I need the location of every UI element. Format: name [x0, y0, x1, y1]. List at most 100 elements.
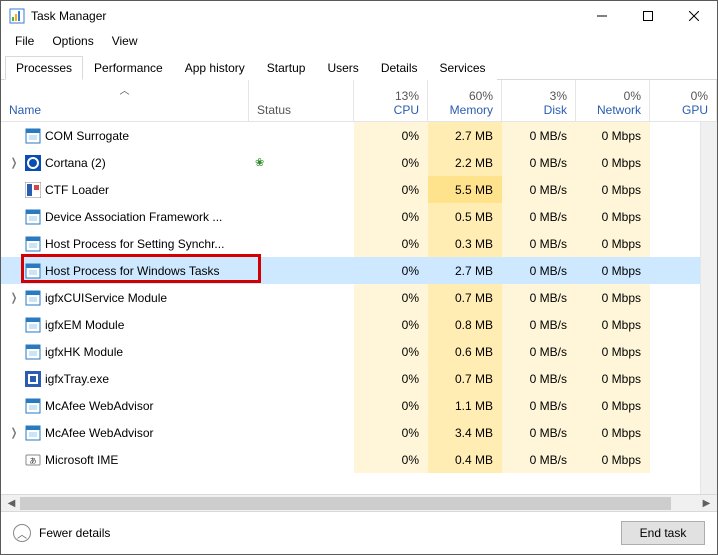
cell-gpu-spill — [650, 311, 700, 338]
cell-status — [249, 257, 354, 284]
table-row[interactable]: ❯McAfee WebAdvisor0%3.4 MB0 MB/s0 Mbps — [1, 419, 700, 446]
tab-processes[interactable]: Processes — [5, 56, 83, 80]
cell-disk: 0 MB/s — [502, 419, 576, 446]
cell-cpu: 0% — [354, 122, 428, 149]
table-row[interactable]: あMicrosoft IME0%0.4 MB0 MB/s0 Mbps — [1, 446, 700, 473]
tab-users[interactable]: Users — [316, 56, 369, 80]
table-row[interactable]: ❯igfxCUIService Module0%0.7 MB0 MB/s0 Mb… — [1, 284, 700, 311]
col-gpu[interactable]: 0% GPU — [650, 80, 717, 121]
task-manager-window: Task Manager File Options View Processes… — [0, 0, 718, 555]
cell-disk: 0 MB/s — [502, 176, 576, 203]
process-name: McAfee WebAdvisor — [45, 426, 154, 440]
table-row[interactable]: Host Process for Windows Tasks0%2.7 MB0 … — [1, 257, 700, 284]
col-memory[interactable]: 60% Memory — [428, 80, 502, 121]
cell-gpu-spill — [650, 419, 700, 446]
cell-name: Host Process for Windows Tasks — [1, 257, 249, 284]
tab-details[interactable]: Details — [370, 56, 429, 80]
process-icon: あ — [25, 452, 41, 468]
expand-icon[interactable]: ❯ — [9, 426, 19, 440]
cell-name: Host Process for Setting Synchr... — [1, 230, 249, 257]
cell-network: 0 Mbps — [576, 392, 650, 419]
col-status[interactable]: Status — [249, 80, 354, 121]
process-icon — [25, 398, 41, 414]
menu-options[interactable]: Options — [44, 32, 101, 50]
table-row[interactable]: Host Process for Setting Synchr...0%0.3 … — [1, 230, 700, 257]
table-row[interactable]: ❯Cortana (2)❀0%2.2 MB0 MB/s0 Mbps — [1, 149, 700, 176]
vertical-scrollbar[interactable] — [700, 122, 717, 494]
cell-network: 0 Mbps — [576, 338, 650, 365]
scroll-left-icon[interactable]: ◀ — [3, 496, 20, 511]
cell-disk: 0 MB/s — [502, 392, 576, 419]
process-icon — [25, 317, 41, 333]
window-controls — [579, 1, 717, 31]
cell-gpu-spill — [650, 446, 700, 473]
table-row[interactable]: COM Surrogate0%2.7 MB0 MB/s0 Mbps — [1, 122, 700, 149]
table-row[interactable]: igfxEM Module0%0.8 MB0 MB/s0 Mbps — [1, 311, 700, 338]
end-task-button[interactable]: End task — [621, 521, 705, 545]
col-cpu[interactable]: 13% CPU — [354, 80, 428, 121]
cell-network: 0 Mbps — [576, 230, 650, 257]
expand-icon[interactable]: ❯ — [9, 156, 19, 170]
cell-network: 0 Mbps — [576, 419, 650, 446]
tab-startup[interactable]: Startup — [256, 56, 317, 80]
cell-status — [249, 176, 354, 203]
scroll-thumb[interactable] — [20, 497, 671, 510]
process-icon — [25, 290, 41, 306]
cell-memory: 2.7 MB — [428, 122, 502, 149]
process-icon — [25, 425, 41, 441]
process-name: igfxHK Module — [45, 345, 123, 359]
col-name[interactable]: ︿ Name — [1, 80, 249, 121]
maximize-button[interactable] — [625, 1, 671, 31]
expand-icon — [9, 345, 19, 359]
cell-cpu: 0% — [354, 230, 428, 257]
cell-status — [249, 122, 354, 149]
cell-disk: 0 MB/s — [502, 311, 576, 338]
cell-network: 0 Mbps — [576, 365, 650, 392]
process-name: Host Process for Windows Tasks — [45, 264, 220, 278]
cell-name: CTF Loader — [1, 176, 249, 203]
cell-disk: 0 MB/s — [502, 284, 576, 311]
leaf-icon: ❀ — [255, 156, 264, 169]
menu-view[interactable]: View — [104, 32, 146, 50]
expand-icon[interactable]: ❯ — [9, 291, 19, 305]
scroll-track[interactable] — [20, 496, 698, 511]
tab-services[interactable]: Services — [429, 56, 497, 80]
table-row[interactable]: CTF Loader0%5.5 MB0 MB/s0 Mbps — [1, 176, 700, 203]
expand-icon — [9, 210, 19, 224]
tab-app-history[interactable]: App history — [174, 56, 256, 80]
cell-disk: 0 MB/s — [502, 149, 576, 176]
cell-memory: 0.6 MB — [428, 338, 502, 365]
cell-name: ❯ McAfee WebAdvisor — [1, 419, 249, 446]
col-disk[interactable]: 3% Disk — [502, 80, 576, 121]
cell-network: 0 Mbps — [576, 284, 650, 311]
expand-icon — [9, 318, 19, 332]
svg-text:あ: あ — [30, 457, 37, 465]
minimize-button[interactable] — [579, 1, 625, 31]
table-row[interactable]: igfxHK Module0%0.6 MB0 MB/s0 Mbps — [1, 338, 700, 365]
menu-file[interactable]: File — [7, 32, 42, 50]
cell-gpu-spill — [650, 176, 700, 203]
cell-memory: 0.8 MB — [428, 311, 502, 338]
chevron-up-icon: ︿ — [13, 524, 31, 542]
process-icon — [25, 209, 41, 225]
cell-status — [249, 230, 354, 257]
cell-disk: 0 MB/s — [502, 122, 576, 149]
close-button[interactable] — [671, 1, 717, 31]
tab-performance[interactable]: Performance — [83, 56, 174, 80]
cell-name: あMicrosoft IME — [1, 446, 249, 473]
fewer-details-button[interactable]: ︿ Fewer details — [13, 524, 110, 542]
expand-icon — [9, 264, 19, 278]
cell-network: 0 Mbps — [576, 176, 650, 203]
table-row[interactable]: Device Association Framework ...0%0.5 MB… — [1, 203, 700, 230]
col-network[interactable]: 0% Network — [576, 80, 650, 121]
scroll-right-icon[interactable]: ▶ — [698, 496, 715, 511]
process-icon — [25, 371, 41, 387]
cell-gpu-spill — [650, 257, 700, 284]
cell-disk: 0 MB/s — [502, 338, 576, 365]
cell-cpu: 0% — [354, 419, 428, 446]
table-row[interactable]: McAfee WebAdvisor0%1.1 MB0 MB/s0 Mbps — [1, 392, 700, 419]
cell-cpu: 0% — [354, 176, 428, 203]
horizontal-scrollbar[interactable]: ◀ ▶ — [1, 494, 717, 511]
cell-gpu-spill — [650, 149, 700, 176]
table-row[interactable]: igfxTray.exe0%0.7 MB0 MB/s0 Mbps — [1, 365, 700, 392]
